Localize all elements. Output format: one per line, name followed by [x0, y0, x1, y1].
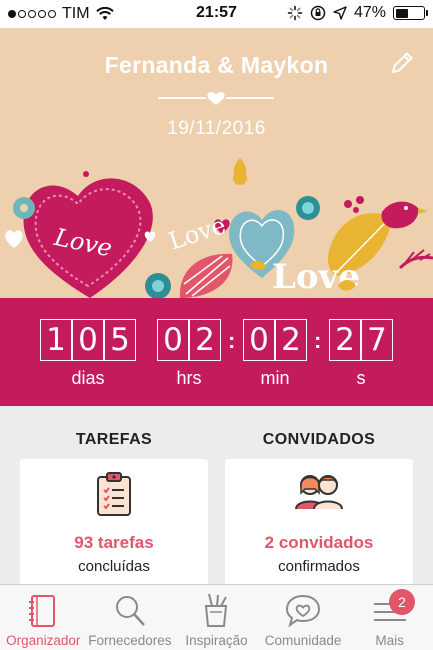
guests-title: CONVIDADOS — [262, 431, 376, 448]
countdown-minutes: 0 2 — [243, 319, 307, 361]
activity-spinner-icon — [287, 5, 303, 21]
tab-label: Mais — [375, 633, 404, 648]
notification-badge: 2 — [388, 589, 415, 615]
countdown-digit: 0 — [72, 319, 104, 361]
countdown-digit: 0 — [157, 319, 189, 361]
couple-avatars-icon — [295, 475, 343, 510]
search-icon — [115, 596, 145, 626]
tasks-count: 93 tarefas — [74, 533, 154, 552]
countdown-separator: : — [314, 328, 322, 353]
svg-text:Love: Love — [165, 211, 229, 256]
clipboard-checklist-icon — [97, 472, 131, 516]
guests-card[interactable]: 2 convidados confirmados — [225, 459, 413, 589]
countdown-digit: 0 — [243, 319, 275, 361]
tasks-card[interactable]: 93 tarefas concluídas — [20, 459, 208, 589]
tab-bar: Organizador Fornecedores Inspiração Comu… — [0, 584, 433, 650]
tab-mais[interactable]: 2 Mais — [346, 585, 433, 650]
countdown-seconds: 2 7 — [329, 319, 393, 361]
pencil-icon[interactable] — [389, 50, 415, 76]
app-screen: TIM 21:57 47% Fernanda & Maykon 19/11/20… — [0, 0, 433, 650]
countdown-label-seconds: s — [356, 368, 366, 388]
countdown-label-hours: hrs — [176, 368, 202, 388]
status-bar: TIM 21:57 47% — [0, 0, 433, 28]
location-arrow-icon — [333, 6, 347, 20]
svg-text:Love: Love — [272, 257, 360, 297]
countdown-days: 1 0 5 — [40, 319, 136, 361]
countdown-label-minutes: min — [260, 368, 290, 388]
countdown-hours: 0 2 — [157, 319, 221, 361]
tab-inspiracao[interactable]: Inspiração — [173, 585, 260, 650]
tab-fornecedores[interactable]: Fornecedores — [87, 585, 174, 650]
wedding-countdown: 1 0 5 dias 0 2 hrs : 0 2 min : 2 7 s — [0, 298, 433, 406]
countdown-digit: 1 — [40, 319, 72, 361]
wedding-header: Fernanda & Maykon 19/11/2016 Love Love L… — [0, 28, 433, 298]
guests-count: 2 convidados — [264, 533, 374, 552]
brush-cup-icon — [205, 593, 228, 627]
notebook-icon — [29, 595, 56, 627]
tab-comunidade[interactable]: Comunidade — [260, 585, 347, 650]
countdown-label-days: dias — [71, 368, 105, 388]
battery-icon — [393, 6, 428, 20]
battery-percent: 47% — [353, 4, 386, 21]
tab-organizador[interactable]: Organizador — [0, 585, 87, 650]
guests-subtitle: confirmados — [278, 558, 360, 575]
countdown-digit: 2 — [329, 319, 361, 361]
heart-chat-icon — [286, 594, 321, 628]
heart-divider — [158, 91, 274, 105]
countdown-digit: 2 — [189, 319, 221, 361]
countdown-digit: 7 — [361, 319, 393, 361]
wedding-date: 19/11/2016 — [167, 118, 266, 139]
countdown-separator: : — [228, 328, 236, 353]
countdown-digit: 5 — [104, 319, 136, 361]
love-illustration: Love Love Love — [5, 158, 433, 298]
tasks-subtitle: concluídas — [78, 558, 150, 575]
tasks-title: TAREFAS — [75, 431, 153, 448]
couple-names: Fernanda & Maykon — [104, 52, 329, 78]
orientation-lock-icon — [310, 5, 326, 21]
countdown-digit: 2 — [275, 319, 307, 361]
dashboard-content: TAREFAS CONVIDADOS 93 tarefas concluídas — [0, 406, 433, 589]
